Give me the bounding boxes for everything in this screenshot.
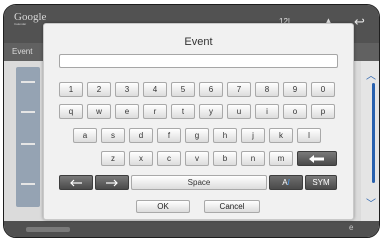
cursor-left-key[interactable]	[59, 175, 93, 190]
key-x[interactable]: x	[129, 151, 153, 166]
cursor-right-key[interactable]	[95, 175, 129, 190]
key-v[interactable]: v	[185, 151, 209, 166]
key-k[interactable]: k	[269, 128, 293, 143]
key-b[interactable]: b	[213, 151, 237, 166]
dialog-title: Event	[184, 36, 213, 48]
key-6[interactable]: 6	[199, 82, 223, 97]
backspace-icon	[309, 154, 324, 163]
key-8[interactable]: 8	[255, 82, 279, 97]
event-text-input[interactable]	[59, 54, 338, 68]
right-arrow-icon	[106, 179, 118, 186]
key-0[interactable]: 0	[311, 82, 335, 97]
space-key[interactable]: Space	[131, 175, 267, 190]
key-s[interactable]: s	[101, 128, 125, 143]
key-o[interactable]: o	[283, 104, 307, 119]
cancel-button[interactable]: Cancel	[204, 200, 260, 213]
key-e[interactable]: e	[115, 104, 139, 119]
input-mode-key[interactable]: A/	[269, 175, 303, 190]
key-h[interactable]: h	[213, 128, 237, 143]
ok-button[interactable]: OK	[136, 200, 190, 213]
key-w[interactable]: w	[87, 104, 111, 119]
event-input-dialog: Event 1 2 3 4 5 6 7 8 9 0 q w e r t y u …	[43, 23, 354, 220]
key-g[interactable]: g	[185, 128, 209, 143]
input-mode-slash: /	[287, 178, 290, 187]
key-t[interactable]: t	[171, 104, 195, 119]
key-l[interactable]: l	[297, 128, 321, 143]
key-9[interactable]: 9	[283, 82, 307, 97]
key-j[interactable]: j	[241, 128, 265, 143]
key-f[interactable]: f	[157, 128, 181, 143]
sym-key[interactable]: SYM	[305, 175, 337, 190]
key-a[interactable]: a	[73, 128, 97, 143]
backspace-key[interactable]	[297, 151, 337, 166]
key-i[interactable]: i	[255, 104, 279, 119]
key-4[interactable]: 4	[143, 82, 167, 97]
key-7[interactable]: 7	[227, 82, 251, 97]
key-c[interactable]: c	[157, 151, 181, 166]
key-q[interactable]: q	[59, 104, 83, 119]
key-n[interactable]: n	[241, 151, 265, 166]
key-m[interactable]: m	[269, 151, 293, 166]
key-z[interactable]: z	[101, 151, 125, 166]
left-arrow-icon	[70, 179, 82, 186]
key-5[interactable]: 5	[171, 82, 195, 97]
key-y[interactable]: y	[199, 104, 223, 119]
key-d[interactable]: d	[129, 128, 153, 143]
key-2[interactable]: 2	[87, 82, 111, 97]
key-r[interactable]: r	[143, 104, 167, 119]
key-3[interactable]: 3	[115, 82, 139, 97]
key-p[interactable]: p	[311, 104, 335, 119]
key-u[interactable]: u	[227, 104, 251, 119]
key-1[interactable]: 1	[59, 82, 83, 97]
